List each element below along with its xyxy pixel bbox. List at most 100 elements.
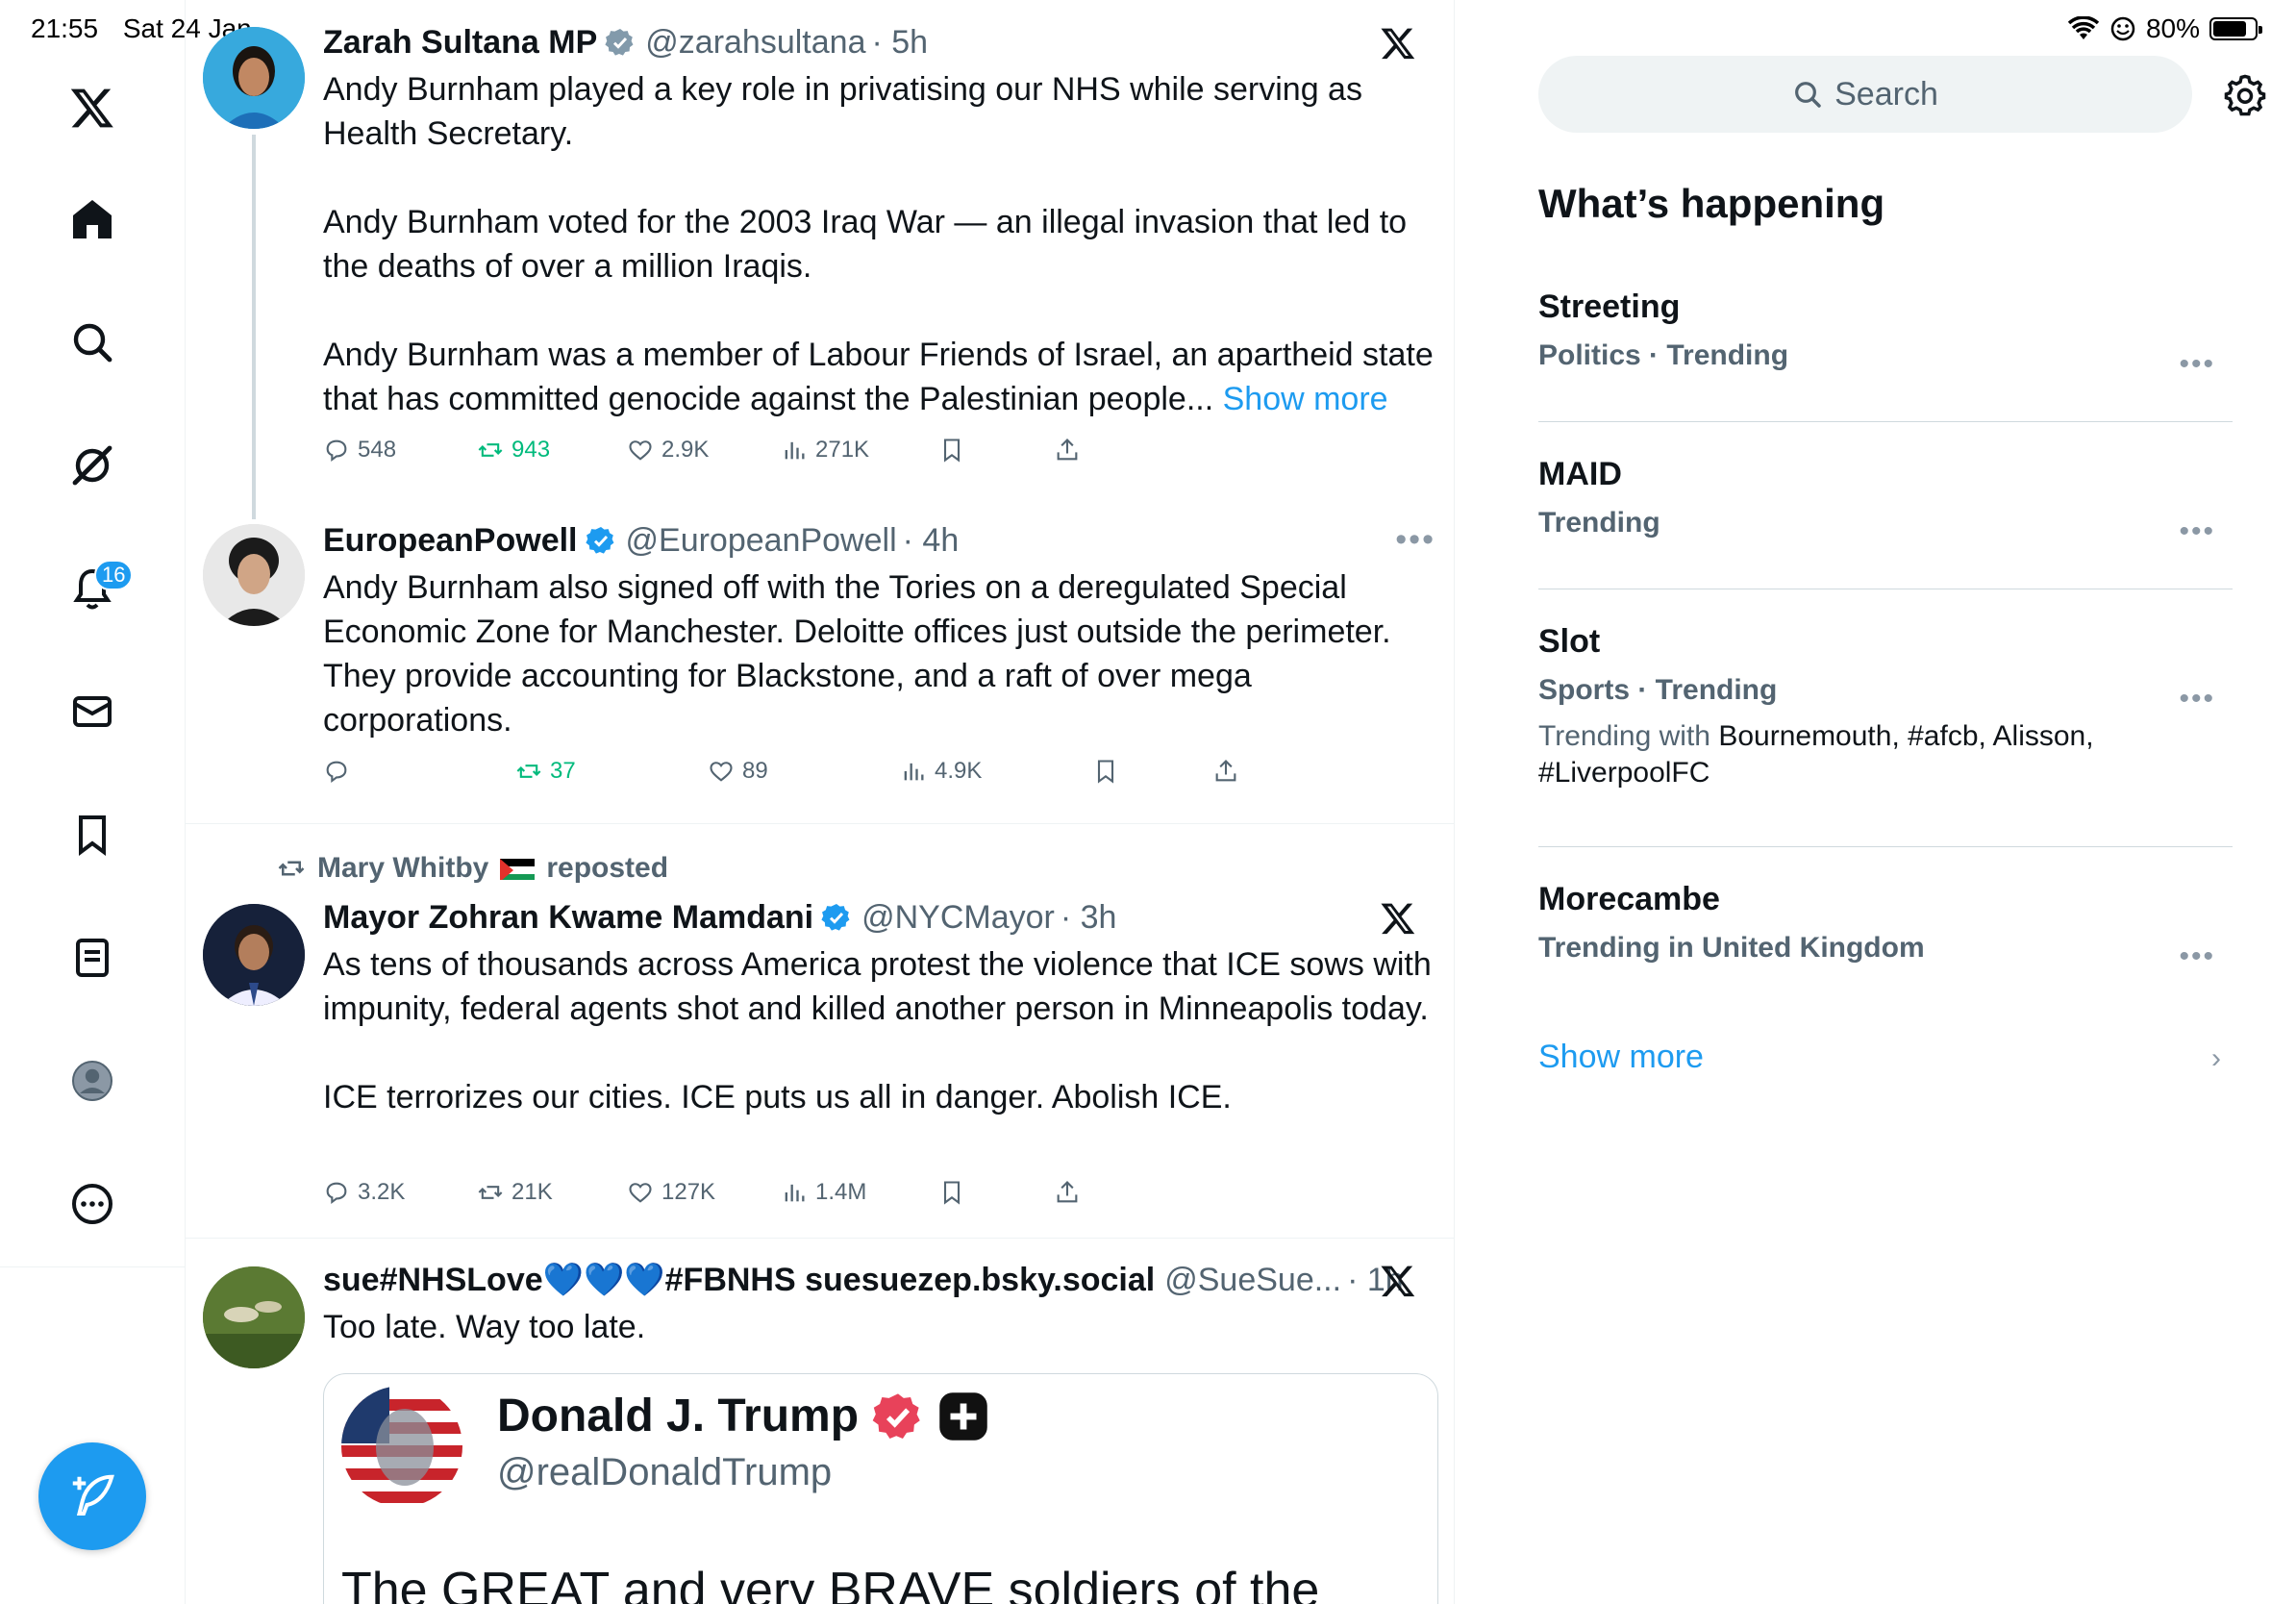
gear-icon[interactable] (2223, 73, 2267, 117)
lists-icon[interactable] (54, 919, 131, 996)
x-logo-icon (1381, 28, 1415, 60)
views-count: 271K (815, 437, 870, 463)
battery-percent: 80% (2145, 13, 2200, 43)
share-button[interactable] (1054, 437, 1081, 464)
grok-icon[interactable] (54, 427, 131, 504)
verified-blue-icon (821, 904, 850, 931)
quoted-author-row: Donald J. Trump (497, 1390, 989, 1442)
trend-meta: Politics · Trending (1538, 339, 1789, 371)
reply-icon (326, 1182, 347, 1205)
trend-more-icon[interactable]: ••• (2179, 940, 2215, 973)
trend-meta: Trending (1538, 507, 1660, 539)
wifi-icon (2067, 16, 2100, 39)
views-count: 1.4M (815, 1179, 867, 1205)
tweet[interactable]: Mary Whitby reposted Mayor Zohran Kwame … (186, 825, 1454, 1239)
trend-meta: Sports · Trending (1538, 674, 1778, 706)
compose-button[interactable] (38, 1442, 146, 1550)
like-button[interactable]: 89 (708, 758, 768, 785)
heart-icon (710, 762, 733, 782)
repost-button[interactable]: 21K (477, 1179, 553, 1206)
tweet[interactable]: EuropeanPowell @EuropeanPowell · 4h ••• … (186, 500, 1454, 824)
repost-icon (478, 443, 503, 457)
reposter-name[interactable]: Mary Whitby (317, 852, 488, 885)
bookmarks-icon[interactable] (54, 796, 131, 873)
trend-item[interactable]: Morecambe Trending in United Kingdom ••• (1538, 881, 2233, 972)
x-logo-icon (1381, 903, 1415, 935)
trend-name: Streeting (1538, 288, 1681, 325)
like-count: 2.9K (661, 437, 710, 463)
more-options-icon[interactable]: ••• (1395, 521, 1435, 559)
author-name[interactable]: sue#NHSLove💙💙💙#FBNHS suesuezep.bsky.soci… (323, 1261, 1155, 1299)
author-name[interactable]: EuropeanPowell (323, 521, 578, 560)
author-handle[interactable]: @zarahsultana (645, 23, 865, 62)
quoted-author-handle: @realDonaldTrump (497, 1451, 833, 1493)
author-handle[interactable]: @EuropeanPowell (626, 521, 897, 560)
reply-icon (326, 761, 347, 784)
bookmark-button[interactable] (1092, 758, 1119, 785)
tweet-paragraph: Andy Burnham voted for the 2003 Iraq War… (323, 204, 1408, 285)
quoted-avatar (341, 1386, 462, 1507)
views-button[interactable]: 1.4M (781, 1179, 866, 1206)
tweet-header: Mayor Zohran Kwame Mamdani @NYCMayor · 3… (323, 898, 1116, 937)
x-logo-icon (1381, 1266, 1415, 1297)
avatar[interactable] (203, 904, 305, 1006)
bookmark-button[interactable] (938, 1179, 965, 1206)
home-icon[interactable] (54, 181, 131, 258)
share-icon (1057, 439, 1078, 461)
repost-count: 37 (550, 758, 576, 784)
tweet-paragraph: As tens of thousands across America prot… (323, 946, 1432, 1027)
trend-more-icon[interactable]: ••• (2179, 348, 2215, 381)
author-handle[interactable]: @NYCMayor (861, 898, 1055, 937)
verified-grey-icon (605, 29, 634, 56)
author-name[interactable]: Mayor Zohran Kwame Mamdani (323, 898, 813, 937)
nav-divider (0, 1266, 186, 1267)
bookmark-icon (943, 439, 961, 463)
search-icon[interactable] (54, 304, 131, 381)
notifications-icon[interactable]: 16 (54, 550, 134, 627)
like-button[interactable]: 127K (627, 1179, 715, 1206)
author-handle[interactable]: @SueSue... (1164, 1261, 1341, 1299)
trend-item[interactable]: MAID Trending ••• (1538, 456, 2233, 547)
tweet-header: sue#NHSLove💙💙💙#FBNHS suesuezep.bsky.soci… (323, 1261, 1404, 1299)
tweet-text: As tens of thousands across America prot… (323, 942, 1438, 1119)
profile-icon[interactable] (54, 1042, 131, 1119)
tweet-actions: 548 943 2.9K 271K (323, 437, 1381, 471)
trend-item[interactable]: Slot Sports · Trending Trending with Bou… (1538, 623, 2233, 791)
reply-button[interactable]: 3.2K (323, 1179, 405, 1206)
avatar[interactable] (203, 1266, 305, 1368)
bookmark-button[interactable] (938, 437, 965, 464)
repost-context: Mary Whitby reposted (277, 852, 668, 885)
tweet[interactable]: Zarah Sultana MP @zarahsultana · 5h Andy… (186, 0, 1454, 519)
trending-with: Trending with Bournemouth, #afcb, Alisso… (1538, 718, 2154, 791)
like-count: 89 (742, 758, 768, 784)
trend-more-icon[interactable]: ••• (2179, 515, 2215, 548)
tweet-actions: 3.2K 21K 127K 1.4M (323, 1179, 1381, 1214)
more-icon[interactable] (54, 1165, 131, 1242)
reply-button[interactable] (323, 758, 350, 785)
author-name[interactable]: Zarah Sultana MP (323, 23, 597, 62)
quoted-author-name: Donald J. Trump (497, 1391, 860, 1441)
share-button[interactable] (1054, 1179, 1081, 1206)
trend-more-icon[interactable]: ••• (2179, 683, 2215, 715)
show-more-link[interactable]: Show more (1538, 1039, 1704, 1076)
share-button[interactable] (1212, 758, 1239, 785)
views-button[interactable]: 271K (781, 437, 869, 464)
tweet-paragraph: ICE terrorizes our cities. ICE puts us a… (323, 1079, 1232, 1115)
share-icon (1057, 1181, 1078, 1203)
trend-item[interactable]: Streeting Politics · Trending ••• (1538, 288, 2233, 380)
views-button[interactable]: 4.9K (900, 758, 982, 785)
tweet-header: Zarah Sultana MP @zarahsultana · 5h (323, 23, 928, 62)
reply-button[interactable]: 548 (323, 437, 396, 464)
heart-icon (629, 440, 652, 461)
quoted-post-card[interactable]: Donald J. Trump @realDonaldTrump The GRE… (323, 1373, 1438, 1604)
repost-button[interactable]: 37 (515, 758, 576, 785)
repost-button[interactable]: 943 (477, 437, 550, 464)
avatar[interactable] (203, 524, 305, 626)
messages-icon[interactable] (54, 673, 131, 750)
x-logo-icon[interactable] (54, 69, 131, 146)
tweet-time: · 5h (871, 24, 929, 61)
search-input[interactable]: Search (1538, 56, 2192, 133)
avatar[interactable] (203, 27, 305, 129)
show-more-link[interactable]: Show more (1223, 381, 1388, 417)
like-button[interactable]: 2.9K (627, 437, 709, 464)
